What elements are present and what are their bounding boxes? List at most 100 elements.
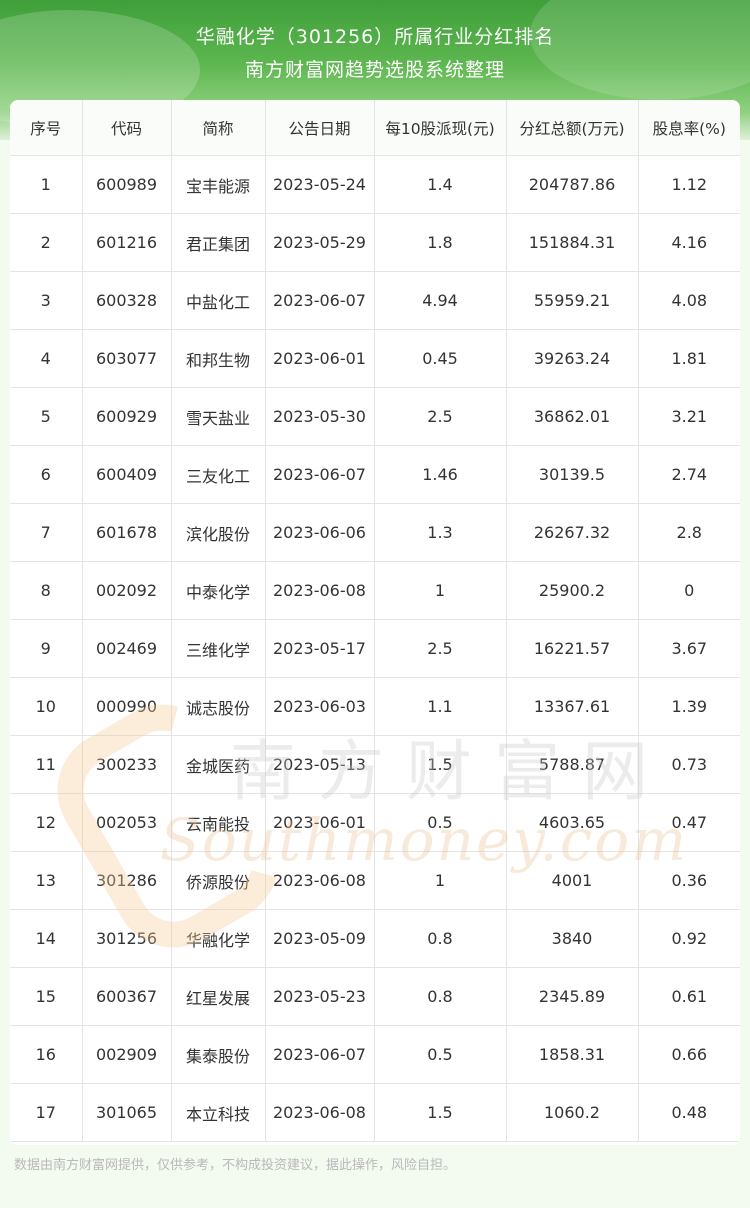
- table-cell: 1.8: [374, 213, 507, 272]
- table-cell: 1.46: [374, 445, 507, 504]
- table-cell: 中泰化学: [171, 561, 266, 620]
- table-cell: 0.45: [374, 329, 507, 388]
- table-cell: 0.61: [638, 967, 740, 1026]
- table-cell: 2023-05-09: [265, 909, 375, 968]
- table-cell: 2023-05-29: [265, 213, 375, 272]
- table-cell: 红星发展: [171, 967, 266, 1026]
- column-header: 代码: [82, 100, 172, 156]
- table-cell: 2.5: [374, 387, 507, 446]
- table-cell: 1.4: [374, 155, 507, 214]
- table-cell: 0.8: [374, 909, 507, 968]
- column-header: 序号: [10, 100, 83, 156]
- table-cell: 14: [10, 909, 83, 968]
- table-cell: 15: [10, 967, 83, 1026]
- table-cell: 3.21: [638, 387, 740, 446]
- table-cell: 601678: [82, 503, 172, 562]
- table-cell: 3.67: [638, 619, 740, 678]
- table-cell: 2023-06-01: [265, 329, 375, 388]
- table-cell: 2023-05-23: [265, 967, 375, 1026]
- table-cell: 1: [10, 155, 83, 214]
- column-header: 简称: [171, 100, 266, 156]
- table-cell: 600929: [82, 387, 172, 446]
- table-cell: 滨化股份: [171, 503, 266, 562]
- table-cell: 002092: [82, 561, 172, 620]
- table-cell: 002909: [82, 1025, 172, 1084]
- table-cell: 1.81: [638, 329, 740, 388]
- table-cell: 16221.57: [506, 619, 639, 678]
- table-cell: 3840: [506, 909, 639, 968]
- table-cell: 0.5: [374, 1025, 507, 1084]
- table-cell: 1.3: [374, 503, 507, 562]
- disclaimer: 数据由南方财富网提供，仅供参考，不构成投资建议，据此操作，风险自担。: [14, 1158, 457, 1173]
- table-cell: 601216: [82, 213, 172, 272]
- table-row: 4 603077 和邦生物 2023-06-01 0.45 39263.24 1.81: [10, 329, 740, 388]
- table-row: 14 301256 华融化学 2023-05-09 0.8 3840 0.92: [10, 909, 740, 968]
- table-cell: 2023-05-30: [265, 387, 375, 446]
- column-header: 股息率(%): [638, 100, 740, 156]
- table-cell: 1: [374, 561, 507, 620]
- table-cell: 204787.86: [506, 155, 639, 214]
- dividend-table: 序号 代码 简称 公告日期 每10股派现(元) 分红总额(万元) 股息率(%) …: [10, 100, 740, 1142]
- table-cell: 10: [10, 677, 83, 736]
- table-cell: 集泰股份: [171, 1025, 266, 1084]
- table-cell: 4: [10, 329, 83, 388]
- table-cell: 16: [10, 1025, 83, 1084]
- table-cell: 9: [10, 619, 83, 678]
- table-cell: 2023-05-24: [265, 155, 375, 214]
- table-cell: 2023-06-07: [265, 445, 375, 504]
- table-card: 序号 代码 简称 公告日期 每10股派现(元) 分红总额(万元) 股息率(%) …: [10, 100, 740, 1145]
- table-cell: 4.16: [638, 213, 740, 272]
- table-cell: 2023-06-08: [265, 561, 375, 620]
- table-cell: 36862.01: [506, 387, 639, 446]
- table-cell: 0.66: [638, 1025, 740, 1084]
- table-cell: 0.8: [374, 967, 507, 1026]
- table-cell: 2023-06-06: [265, 503, 375, 562]
- table-cell: 0: [638, 561, 740, 620]
- table-cell: 0.92: [638, 909, 740, 968]
- table-row: 1 600989 宝丰能源 2023-05-24 1.4 204787.86 1.12: [10, 155, 740, 214]
- table-row: 8 002092 中泰化学 2023-06-08 1 25900.2 0: [10, 561, 740, 620]
- table-cell: 2023-06-07: [265, 271, 375, 330]
- table-cell: 600367: [82, 967, 172, 1026]
- table-cell: 2.74: [638, 445, 740, 504]
- table-row: 9 002469 三维化学 2023-05-17 2.5 16221.57 3.67: [10, 619, 740, 678]
- table-cell: 中盐化工: [171, 271, 266, 330]
- table-cell: 本立科技: [171, 1083, 266, 1142]
- table-cell: 7: [10, 503, 83, 562]
- watermark-text: 南方财富网: [230, 733, 670, 810]
- table-cell: 5: [10, 387, 83, 446]
- table-cell: 55959.21: [506, 271, 639, 330]
- table-cell: 4.94: [374, 271, 507, 330]
- table-cell: 600328: [82, 271, 172, 330]
- table-row: 6 600409 三友化工 2023-06-07 1.46 30139.5 2.74: [10, 445, 740, 504]
- table-cell: 26267.32: [506, 503, 639, 562]
- table-row: 7 601678 滨化股份 2023-06-06 1.3 26267.32 2.8: [10, 503, 740, 562]
- page-subtitle: 南方财富网趋势选股系统整理: [244, 59, 505, 81]
- table-cell: 1.5: [374, 1083, 507, 1142]
- table-cell: 1.12: [638, 155, 740, 214]
- table-cell: 雪天盐业: [171, 387, 266, 446]
- watermark-url: Southmoney.com: [160, 806, 689, 874]
- table-cell: 600409: [82, 445, 172, 504]
- table-cell: 1060.2: [506, 1083, 639, 1142]
- table-cell: 2.5: [374, 619, 507, 678]
- page-title: 华融化学（301256）所属行业分红排名: [195, 26, 555, 48]
- table-cell: 三维化学: [171, 619, 266, 678]
- table-cell: 4.08: [638, 271, 740, 330]
- table-cell: 和邦生物: [171, 329, 266, 388]
- table-cell: 17: [10, 1083, 83, 1142]
- table-row: 15 600367 红星发展 2023-05-23 0.8 2345.89 0.61: [10, 967, 740, 1026]
- table-row: 2 601216 君正集团 2023-05-29 1.8 151884.31 4.16: [10, 213, 740, 272]
- table-cell: 13: [10, 851, 83, 910]
- table-cell: 2023-06-08: [265, 1083, 375, 1142]
- table-cell: 30139.5: [506, 445, 639, 504]
- table-row: 17 301065 本立科技 2023-06-08 1.5 1060.2 0.48: [10, 1083, 740, 1142]
- table-cell: 2023-06-07: [265, 1025, 375, 1084]
- table-cell: 1858.31: [506, 1025, 639, 1084]
- column-header: 每10股派现(元): [374, 100, 507, 156]
- table-cell: 2345.89: [506, 967, 639, 1026]
- table-row: 3 600328 中盐化工 2023-06-07 4.94 55959.21 4.08: [10, 271, 740, 330]
- table-cell: 6: [10, 445, 83, 504]
- table-cell: 002469: [82, 619, 172, 678]
- table-cell: 0.48: [638, 1083, 740, 1142]
